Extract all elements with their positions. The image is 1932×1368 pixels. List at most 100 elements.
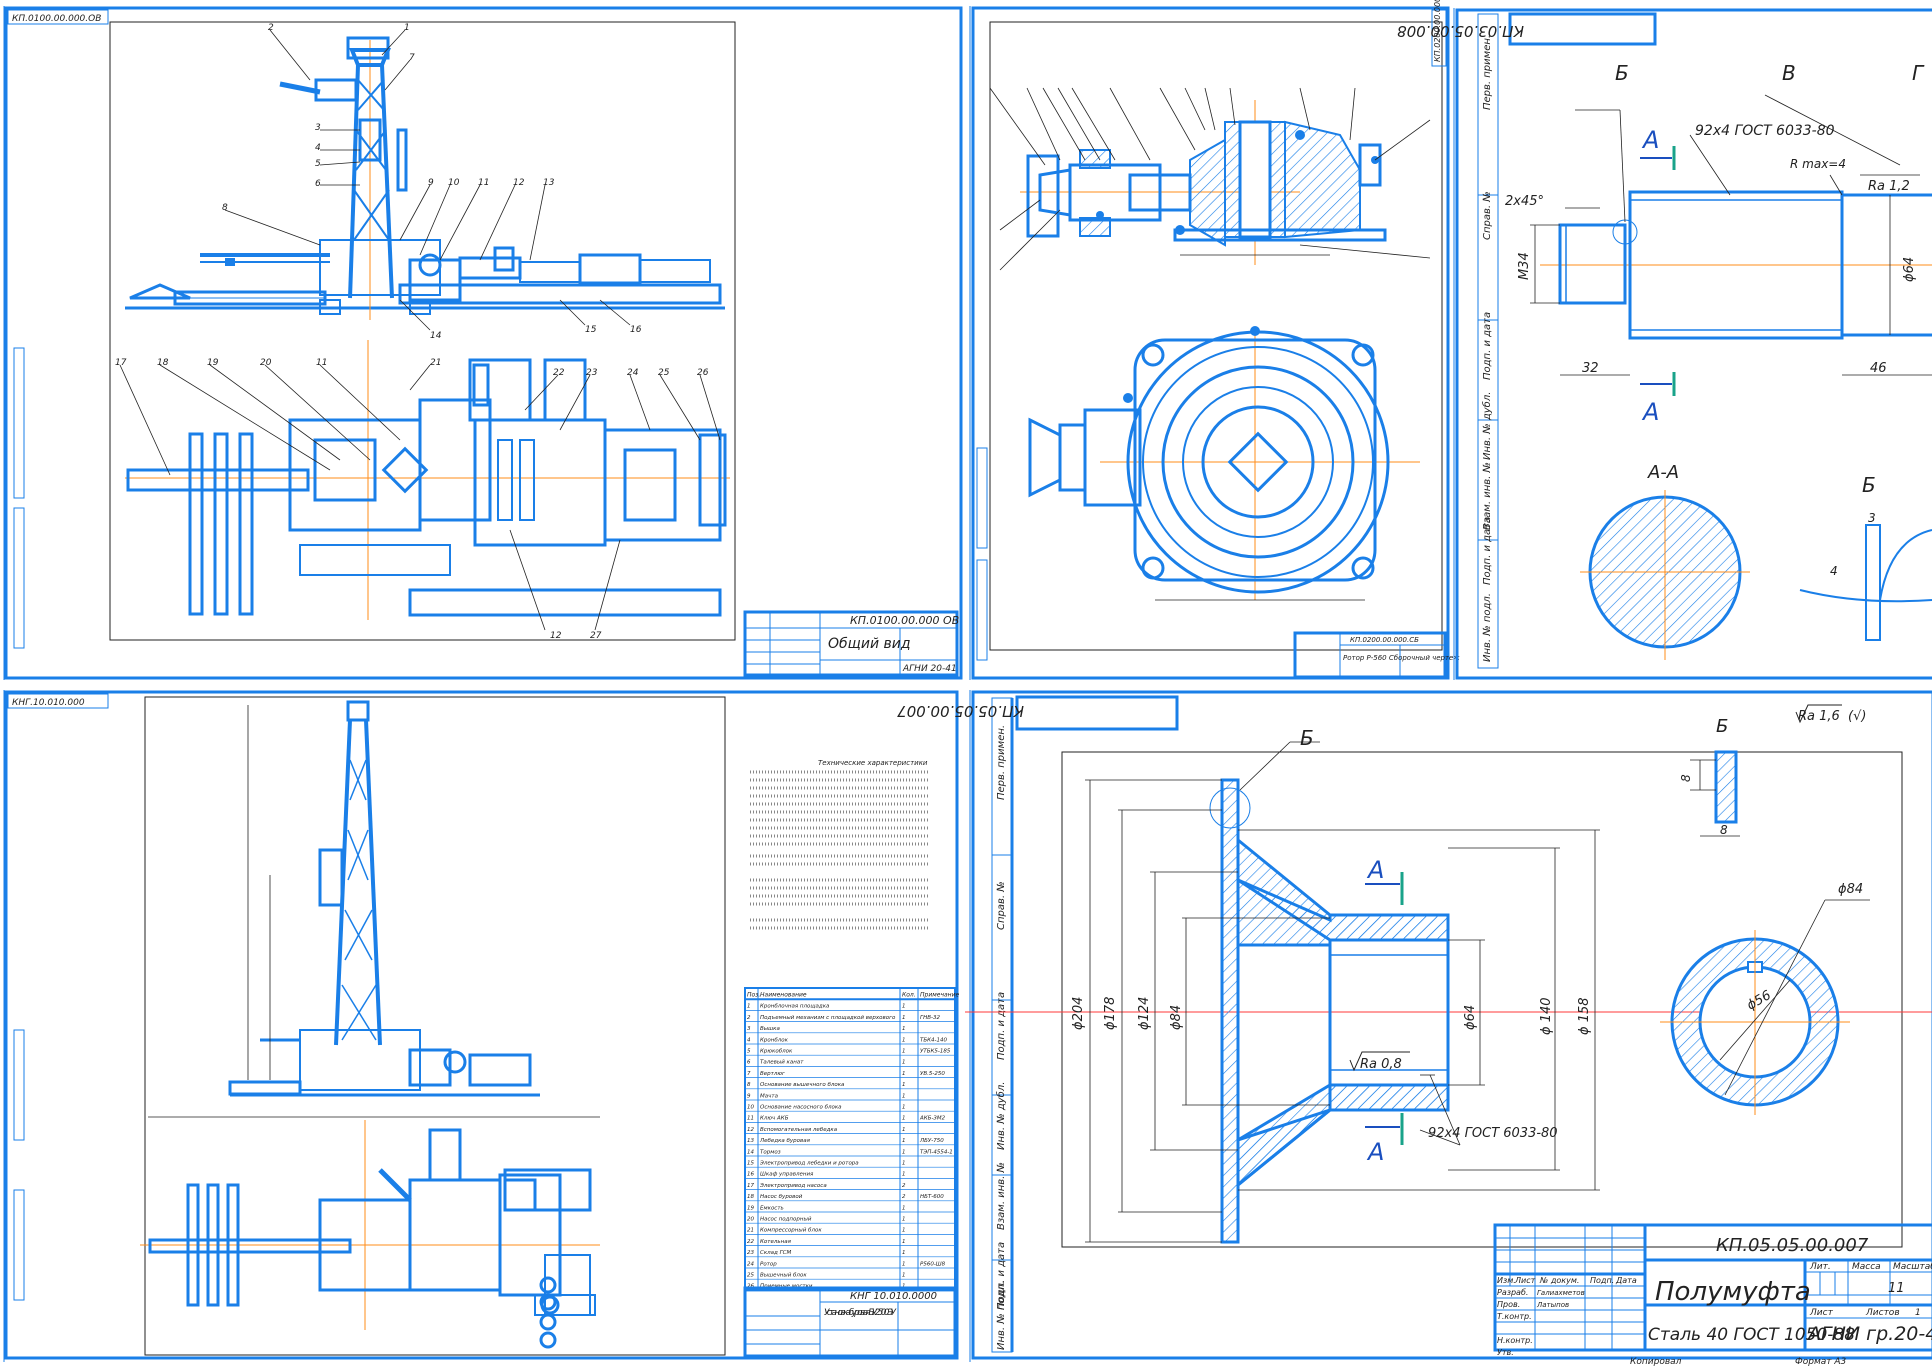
svg-text:А: А xyxy=(1641,398,1659,426)
spec-cell: 1 xyxy=(902,1071,906,1077)
spec-cell: 12 xyxy=(747,1127,754,1133)
spec-cell: Насос буровой xyxy=(760,1194,803,1200)
svg-text:Инв. № дубл.: Инв. № дубл. xyxy=(1481,392,1493,460)
stamp-text: КП.0100.00.000.ОВ xyxy=(12,14,101,24)
spec-cell: 5 xyxy=(747,1049,751,1055)
spec-cell: 1 xyxy=(902,1172,906,1178)
spec-cell: 8 xyxy=(747,1082,751,1088)
spec-cell: 1 xyxy=(902,1250,906,1256)
spec-cell: 1 xyxy=(902,1228,906,1234)
svg-text:15: 15 xyxy=(585,325,597,335)
spec-cell: Электропривод лебедки и ротора xyxy=(759,1161,859,1167)
svg-text:27: 27 xyxy=(590,631,602,641)
spec-cell: 1 xyxy=(902,1105,906,1111)
svg-text:Б: Б xyxy=(1862,473,1876,497)
svg-text:Подп.: Подп. xyxy=(1590,1276,1614,1285)
svg-text:12: 12 xyxy=(513,178,525,188)
svg-text:АГНИ гр.20-41: АГНИ гр.20-41 xyxy=(1806,1323,1932,1345)
spec-cell: 3 xyxy=(747,1026,751,1032)
spec-cell: 9 xyxy=(747,1093,751,1099)
svg-text:ϕ204: ϕ204 xyxy=(1071,997,1086,1030)
spec-cell: 1 xyxy=(902,1261,906,1267)
spec-cell: Вышка xyxy=(760,1026,780,1032)
svg-text:Пров.: Пров. xyxy=(1497,1300,1520,1309)
spec-cell: УТБК5-185 xyxy=(920,1049,951,1055)
sheet-general-view: КП.0100.00.000.ОВ 2 1 7 3 4 5 6 8 9 10 1… xyxy=(3,6,963,680)
svg-text:26: 26 xyxy=(697,368,709,378)
sheet-drilling-rig: КНГ.10.010.000 Технические характеристик… xyxy=(3,690,959,1362)
svg-text:Масса: Масса xyxy=(1852,1262,1881,1272)
spec-header-cell: Поз. xyxy=(747,992,760,999)
spec-cell: 1 xyxy=(902,1026,906,1032)
svg-text:6: 6 xyxy=(315,179,321,189)
svg-text:7: 7 xyxy=(409,53,415,63)
spec-cell: 15 xyxy=(747,1161,754,1167)
svg-text:Инв. № подл.: Инв. № подл. xyxy=(996,1281,1007,1350)
spec-cell: Компрессорный блок xyxy=(760,1228,822,1234)
svg-text:Дата: Дата xyxy=(1615,1276,1637,1285)
spec-cell: Ключ АКБ xyxy=(760,1116,789,1122)
svg-text:8: 8 xyxy=(1679,774,1693,782)
svg-text:Инв. № подл.: Инв. № подл. xyxy=(1482,593,1493,662)
spec-cell: 1 xyxy=(902,1082,906,1088)
svg-text:КП.03.05.00.008: КП.03.05.00.008 xyxy=(1397,22,1524,40)
title-block: КП.0100.00.000 ОВ Общий вид АГНИ 20-41 xyxy=(743,610,959,677)
svg-text:Копировал: Копировал xyxy=(1630,1357,1682,1367)
svg-text:Формат А3: Формат А3 xyxy=(1795,1357,1847,1367)
svg-text:R max=4: R max=4 xyxy=(1790,157,1846,171)
svg-text:Н.контр.: Н.контр. xyxy=(1497,1336,1533,1345)
spec-cell: Электропривод насоса xyxy=(759,1183,827,1189)
spec-cell: 24 xyxy=(747,1261,754,1267)
sheet-rotor-assembly: КП.0200.00.000.СБ КП.0200.00.000.СБ Рото… xyxy=(969,0,1460,680)
sheet-frame xyxy=(4,6,963,680)
svg-text:3: 3 xyxy=(315,123,321,133)
svg-text:19: 19 xyxy=(207,358,219,368)
spec-cell: Р560-Ш8 xyxy=(920,1261,946,1267)
spec-cell: Крюкоблок xyxy=(760,1049,793,1055)
svg-text:КП.0200.00.000.СБ: КП.0200.00.000.СБ xyxy=(1350,636,1419,644)
spec-header-cell: Наименование xyxy=(760,992,807,999)
svg-text:ϕ 158: ϕ 158 xyxy=(1577,997,1592,1035)
svg-text:Масштаб: Масштаб xyxy=(1893,1262,1932,1272)
spec-cell: Основание вышечного блока xyxy=(760,1082,845,1088)
spec-cell: 7 xyxy=(747,1071,751,1077)
svg-text:Справ. №: Справ. № xyxy=(996,881,1007,930)
spec-cell: УВ.5-250 xyxy=(920,1071,945,1077)
svg-text:А: А xyxy=(1366,856,1384,884)
svg-text:Разраб.: Разраб. xyxy=(1497,1288,1528,1297)
spec-cell: Насос подпорный xyxy=(760,1217,812,1223)
spec-cell: Тормоз xyxy=(760,1149,781,1155)
svg-text:Ra 1,2: Ra 1,2 xyxy=(1868,179,1910,194)
svg-text:Листов: Листов xyxy=(1865,1308,1900,1318)
svg-text:Ротор Р-560 Сборочный чертеж: Ротор Р-560 Сборочный чертеж xyxy=(1343,654,1460,662)
svg-text:Б: Б xyxy=(1300,726,1314,750)
spec-cell: 1 xyxy=(902,1239,906,1245)
svg-text:ϕ 140: ϕ 140 xyxy=(1539,997,1554,1035)
spec-cell: 1 xyxy=(902,1116,906,1122)
rig-elevation xyxy=(125,36,725,320)
svg-text:ϕ178: ϕ178 xyxy=(1103,997,1118,1030)
spec-cell: 22 xyxy=(747,1239,754,1245)
spec-cell: 1 xyxy=(902,1004,906,1010)
svg-text:Утв.: Утв. xyxy=(1497,1348,1514,1357)
spec-cell: 1 xyxy=(902,1093,906,1099)
spec-cell: 1 xyxy=(902,1060,906,1066)
spec-cell: Талевый канат xyxy=(760,1060,804,1066)
spec-cell: 13 xyxy=(747,1138,754,1144)
spec-cell: НБТ-600 xyxy=(920,1194,944,1200)
svg-text:92х4 ГОСТ 6033-80: 92х4 ГОСТ 6033-80 xyxy=(1695,123,1835,139)
svg-text:Лит.: Лит. xyxy=(1809,1262,1831,1272)
spec-cell: 1 xyxy=(747,1004,751,1010)
spec-cell: Емкость xyxy=(760,1205,784,1211)
spec-cell: Подъемный механизм с площадкой верхового xyxy=(760,1015,896,1021)
svg-text:Установка буровая БУ 2500 ЭУ: Установка буровая БУ 2500 ЭУ xyxy=(824,1308,897,1318)
svg-text:КНГ.10.010.000: КНГ.10.010.000 xyxy=(12,698,85,708)
svg-text:№ докум.: № докум. xyxy=(1539,1276,1579,1285)
spec-cell: 1 xyxy=(902,1015,906,1021)
svg-text:1: 1 xyxy=(404,23,410,33)
spec-cell: 17 xyxy=(747,1183,754,1189)
svg-text:Полумуфта: Полумуфта xyxy=(1655,1277,1811,1307)
svg-text:Подп. и дата: Подп. и дата xyxy=(1482,312,1493,380)
svg-text:КНГ 10.010.0000: КНГ 10.010.0000 xyxy=(850,1291,937,1302)
rotor-plan xyxy=(1028,326,1420,601)
